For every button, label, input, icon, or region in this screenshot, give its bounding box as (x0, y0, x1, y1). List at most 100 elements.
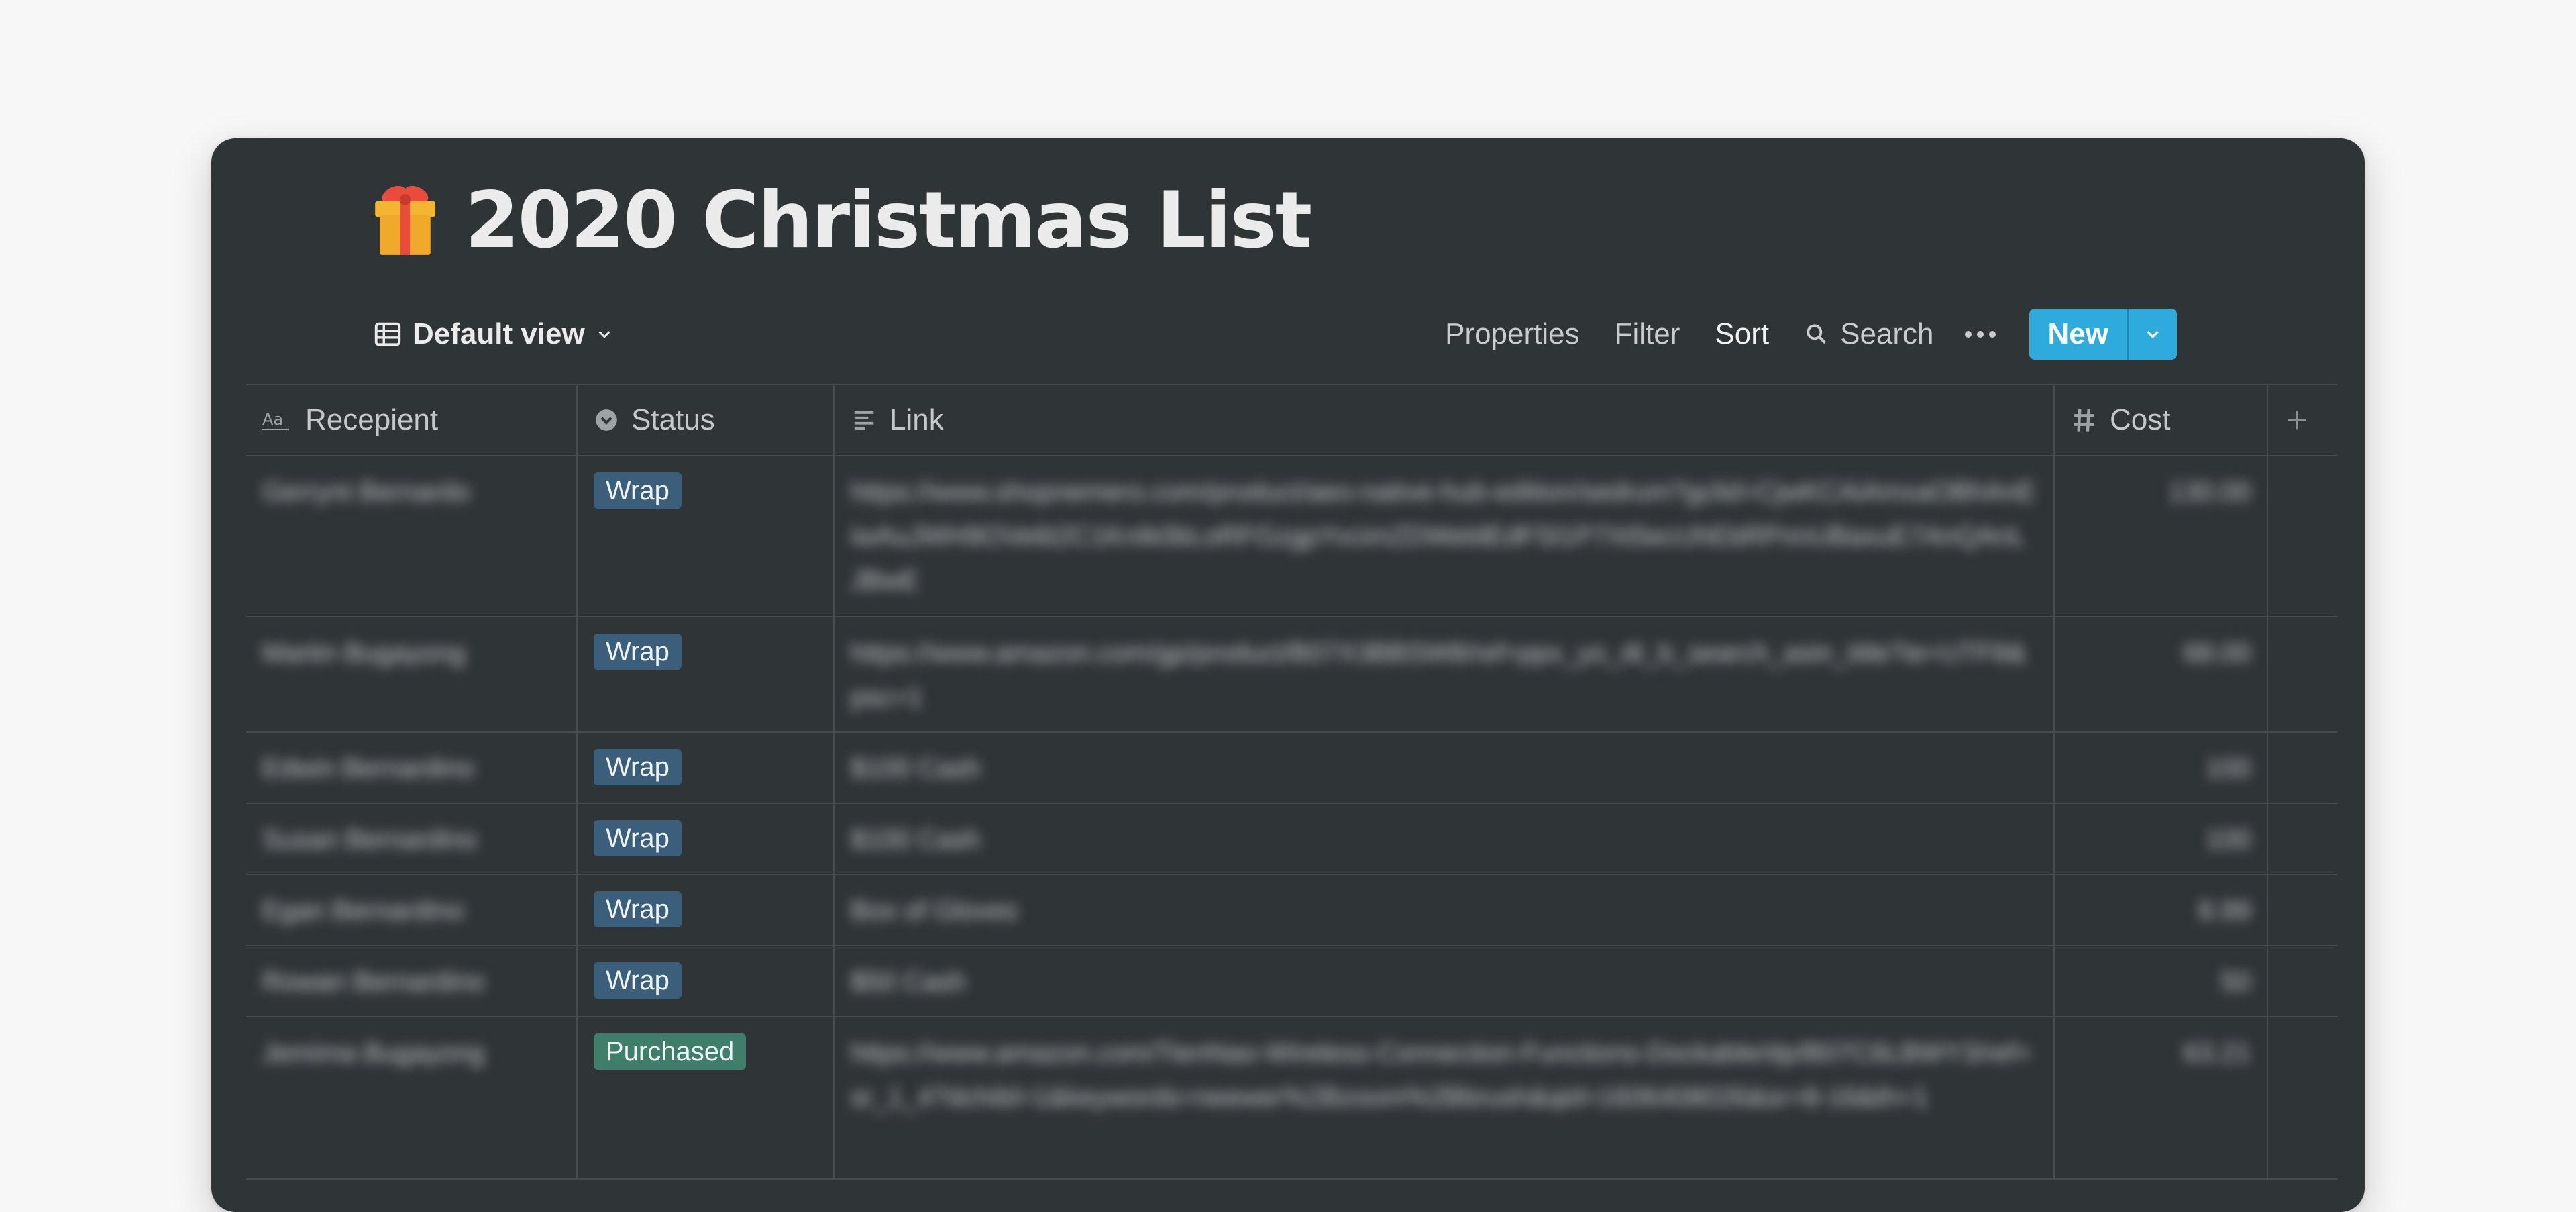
page-title: 2020 Christmas List (465, 174, 1312, 266)
text-lines-icon (854, 411, 874, 430)
view-toolbar: Default view Properties Filter Sort Sear… (372, 307, 2177, 361)
status-cell[interactable]: Wrap (578, 733, 835, 803)
recipient-name: Edwin Bernardino (262, 754, 474, 783)
search-button[interactable]: Search (1804, 317, 1934, 351)
recipient-name: Gerrynt Bernardo (262, 477, 470, 507)
table-row[interactable]: Egan Bernardino Wrap Box of Gloves 8.99 (246, 875, 2337, 946)
table-row[interactable]: Jemima Bugayong Purchased https://www.am… (246, 1017, 2337, 1180)
cost-cell[interactable]: 50 (2055, 946, 2268, 1016)
cost-cell[interactable]: 8.99 (2055, 875, 2268, 945)
table-header: Aa Recepient Status Link Cost (246, 385, 2337, 456)
status-cell[interactable]: Wrap (578, 804, 835, 874)
cost-cell[interactable]: 100 (2055, 804, 2268, 874)
view-label: Default view (413, 317, 585, 350)
database-window: 2020 Christmas List Default view Propert… (211, 138, 2365, 1212)
cost-value: 8.99 (2198, 896, 2251, 925)
empty-cell (2268, 804, 2337, 874)
column-header-recipient[interactable]: Aa Recepient (246, 385, 578, 455)
cost-cell[interactable]: 63.21 (2055, 1017, 2268, 1178)
link-cell[interactable]: $50 Cash (835, 946, 2055, 1016)
cost-cell[interactable]: 100 (2055, 733, 2268, 803)
status-tag: Wrap (594, 891, 682, 927)
recipient-cell[interactable]: Edwin Bernardino (246, 733, 578, 803)
status-tag: Purchased (594, 1033, 747, 1070)
link-text: https://www.amazon.com/TienNao-Wireless-… (851, 1038, 2032, 1112)
plus-icon (2288, 411, 2306, 430)
new-dropdown-button[interactable] (2127, 309, 2177, 360)
empty-cell (2268, 1017, 2337, 1178)
link-cell[interactable]: https://www.shopnemero.com/product/aeo-n… (835, 456, 2055, 616)
status-tag: Wrap (594, 820, 682, 856)
select-property-icon (596, 409, 617, 431)
search-label: Search (1840, 317, 1934, 350)
status-tag: Wrap (594, 472, 682, 509)
view-selector[interactable]: Default view (372, 317, 614, 351)
text-property-icon: Aa (262, 410, 289, 430)
recipient-name: Susan Bernardino (262, 825, 478, 854)
empty-cell (2268, 733, 2337, 803)
search-icon (1807, 324, 1827, 344)
new-button-group: New (2029, 309, 2177, 360)
sort-button[interactable]: Sort (1715, 317, 1769, 351)
link-cell[interactable]: https://www.amazon.com/TienNao-Wireless-… (835, 1017, 2055, 1178)
recipient-name: Rowan Bernardino (262, 967, 485, 997)
recipient-cell[interactable]: Gerrynt Bernardo (246, 456, 578, 616)
empty-cell (2268, 456, 2337, 616)
recipient-name: Jemima Bugayong (262, 1038, 485, 1068)
recipient-cell[interactable]: Jemima Bugayong (246, 1017, 578, 1178)
link-cell[interactable]: Box of Gloves (835, 875, 2055, 945)
link-cell[interactable]: $100 Cash (835, 804, 2055, 874)
empty-cell (2268, 617, 2337, 731)
chevron-down-icon (598, 331, 610, 338)
filter-button[interactable]: Filter (1615, 317, 1680, 351)
empty-cell (2268, 946, 2337, 1016)
status-cell[interactable]: Wrap (578, 875, 835, 945)
link-cell[interactable]: https://www.amazon.com/gp/product/B07X3B… (835, 617, 2055, 731)
link-text: $100 Cash (851, 754, 981, 783)
add-column-button[interactable] (2268, 385, 2337, 455)
column-header-label: Recepient (305, 403, 439, 436)
more-options-icon[interactable] (1964, 331, 1996, 338)
status-cell[interactable]: Wrap (578, 617, 835, 731)
gift-icon[interactable] (366, 181, 445, 260)
link-text: $100 Cash (851, 825, 981, 854)
recipient-cell[interactable]: Susan Bernardino (246, 804, 578, 874)
column-header-link[interactable]: Link (835, 385, 2055, 455)
svg-text:Aa: Aa (262, 410, 283, 429)
recipient-cell[interactable]: Martin Bugayong (246, 617, 578, 731)
cost-value: 63.21 (2183, 1038, 2251, 1068)
status-tag: Wrap (594, 962, 682, 999)
cost-value: 68.00 (2183, 638, 2251, 668)
table-row[interactable]: Susan Bernardino Wrap $100 Cash 100 (246, 804, 2337, 875)
cost-cell[interactable]: 130.00 (2055, 456, 2268, 616)
table-row[interactable]: Edwin Bernardino Wrap $100 Cash 100 (246, 733, 2337, 804)
column-header-cost[interactable]: Cost (2055, 385, 2268, 455)
status-tag: Wrap (594, 634, 682, 670)
status-cell[interactable]: Purchased (578, 1017, 835, 1178)
table-row[interactable]: Rowan Bernardino Wrap $50 Cash 50 (246, 946, 2337, 1017)
table-row[interactable]: Martin Bugayong Wrap https://www.amazon.… (246, 617, 2337, 733)
column-header-label: Cost (2110, 403, 2171, 436)
cost-value: 130.00 (2168, 477, 2251, 507)
number-property-icon (2074, 409, 2094, 432)
status-cell[interactable]: Wrap (578, 456, 835, 616)
link-text: $50 Cash (851, 967, 966, 997)
recipient-cell[interactable]: Rowan Bernardino (246, 946, 578, 1016)
table-icon (374, 322, 401, 346)
cost-value: 100 (2206, 754, 2251, 783)
status-cell[interactable]: Wrap (578, 946, 835, 1016)
new-button[interactable]: New (2029, 309, 2127, 360)
properties-button[interactable]: Properties (1445, 317, 1580, 351)
recipient-name: Egan Bernardino (262, 896, 464, 925)
link-cell[interactable]: $100 Cash (835, 733, 2055, 803)
column-header-status[interactable]: Status (578, 385, 835, 455)
recipient-name: Martin Bugayong (262, 638, 466, 668)
recipient-cell[interactable]: Egan Bernardino (246, 875, 578, 945)
link-text: https://www.amazon.com/gp/product/B07X3B… (851, 638, 2027, 712)
link-text: Box of Gloves (851, 896, 1018, 925)
cost-value: 100 (2206, 825, 2251, 854)
table-row[interactable]: Gerrynt Bernardo Wrap https://www.shopne… (246, 456, 2337, 617)
status-tag: Wrap (594, 749, 682, 785)
column-header-label: Link (890, 403, 944, 436)
cost-cell[interactable]: 68.00 (2055, 617, 2268, 731)
